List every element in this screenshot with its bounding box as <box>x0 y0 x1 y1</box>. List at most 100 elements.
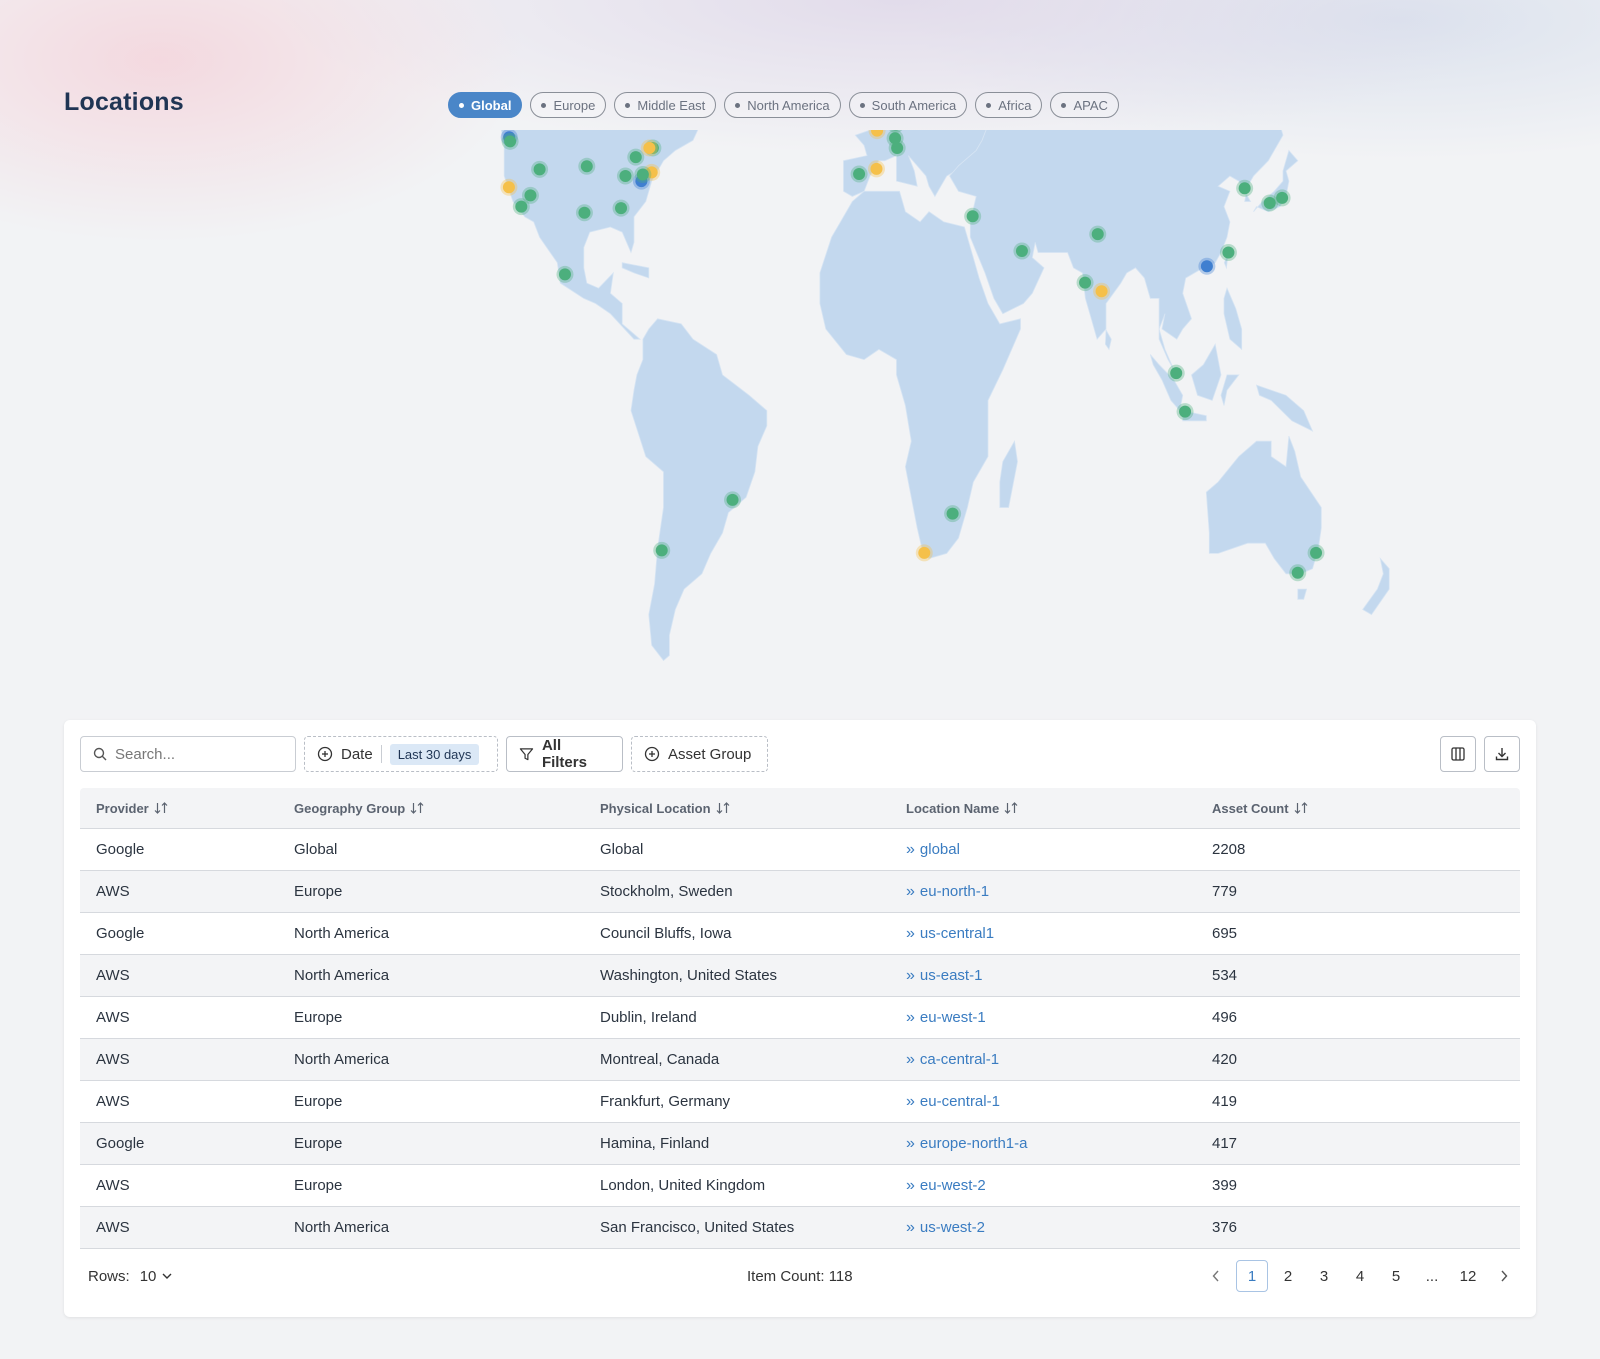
location-marker[interactable] <box>636 168 649 181</box>
location-name-link[interactable]: » us-west-2 <box>906 1219 1212 1236</box>
pagination-ellipsis: ... <box>1425 1267 1439 1285</box>
region-pill-north-america[interactable]: North America <box>724 92 841 118</box>
cell-provider: AWS <box>96 1051 130 1068</box>
location-marker[interactable] <box>643 141 656 154</box>
asset-group-filter-button[interactable]: Asset Group <box>631 736 768 772</box>
cell-provider: Google <box>96 841 145 858</box>
date-filter-button[interactable]: Date Last 30 days <box>304 736 498 772</box>
location-marker[interactable] <box>502 181 515 194</box>
location-marker[interactable] <box>524 189 537 202</box>
cell-asset-count: 376 <box>1212 1219 1238 1236</box>
location-marker[interactable] <box>1222 246 1235 259</box>
location-name-link[interactable]: » eu-central-1 <box>906 1093 1212 1110</box>
column-header-provider[interactable]: Provider <box>80 801 294 816</box>
location-marker[interactable] <box>504 135 517 148</box>
location-name-link[interactable]: » eu-west-2 <box>906 1177 1212 1194</box>
cell-physical-location: London, United Kingdom <box>600 1177 766 1194</box>
location-name-link[interactable]: » global <box>906 841 1212 858</box>
region-pill-south-america[interactable]: South America <box>848 92 968 118</box>
rows-per-page-select[interactable]: 10 <box>140 1268 173 1285</box>
page-button[interactable]: 5 <box>1380 1260 1412 1292</box>
location-marker[interactable] <box>918 546 931 559</box>
prev-page-button[interactable] <box>1200 1260 1232 1292</box>
location-marker[interactable] <box>619 170 632 182</box>
column-label: Physical Location <box>600 800 711 816</box>
location-marker[interactable] <box>853 167 866 180</box>
search-box[interactable] <box>80 736 296 772</box>
location-name-link[interactable]: » ca-central-1 <box>906 1051 1212 1068</box>
location-marker[interactable] <box>558 268 571 281</box>
double-chevron-icon: » <box>906 1008 915 1026</box>
cell-asset-count: 419 <box>1212 1093 1238 1110</box>
column-header-geography-group[interactable]: Geography Group <box>294 801 600 816</box>
location-marker[interactable] <box>889 132 902 145</box>
cell-asset-count: 420 <box>1212 1051 1238 1068</box>
location-marker[interactable] <box>1310 546 1323 559</box>
sort-icon <box>1294 802 1307 814</box>
region-pill-africa[interactable]: Africa <box>975 92 1043 118</box>
location-marker[interactable] <box>1263 197 1276 210</box>
page-button[interactable]: 4 <box>1344 1260 1376 1292</box>
cell-physical-location: Hamina, Finland <box>600 1135 710 1152</box>
location-marker[interactable] <box>1170 367 1183 380</box>
region-pill-europe[interactable]: Europe <box>530 92 607 118</box>
continent-sumatra <box>1149 354 1184 412</box>
cell-location-name: » eu-west-1 <box>906 1009 1212 1026</box>
location-marker[interactable] <box>1238 182 1251 195</box>
download-button[interactable] <box>1484 736 1520 772</box>
rows-label: Rows: <box>88 1267 130 1285</box>
double-chevron-icon: » <box>906 840 915 858</box>
page-button[interactable]: 12 <box>1452 1260 1484 1292</box>
location-name-link[interactable]: » eu-west-1 <box>906 1009 1212 1026</box>
page-button[interactable]: 2 <box>1272 1260 1304 1292</box>
cell-physical-location: Dublin, Ireland <box>600 1009 697 1026</box>
all-filters-label: All Filters <box>541 737 587 771</box>
location-marker[interactable] <box>946 507 959 520</box>
location-marker[interactable] <box>1179 405 1192 418</box>
location-marker[interactable] <box>1015 244 1028 257</box>
cell-physical-location: Washington, United States <box>600 967 778 984</box>
continent-new-guinea <box>1255 384 1314 432</box>
search-input[interactable] <box>115 745 285 763</box>
location-marker[interactable] <box>1095 285 1108 298</box>
cell-location-name: » eu-north-1 <box>906 883 1212 900</box>
cell-asset-count: 695 <box>1212 925 1238 942</box>
location-name-link[interactable]: » europe-north1-a <box>906 1135 1212 1152</box>
column-header-asset-count[interactable]: Asset Count <box>1212 801 1520 816</box>
location-marker[interactable] <box>615 202 628 215</box>
location-name-link[interactable]: » us-central1 <box>906 925 1212 942</box>
page-button[interactable]: 3 <box>1308 1260 1340 1292</box>
location-name-text: global <box>919 841 960 858</box>
region-pill-apac[interactable]: APAC <box>1050 92 1119 118</box>
location-marker[interactable] <box>533 163 546 176</box>
page-button[interactable]: 1 <box>1236 1260 1268 1292</box>
location-marker[interactable] <box>629 151 642 164</box>
region-pill-label: Middle East <box>637 97 706 113</box>
cell-physical-location: San Francisco, United States <box>600 1219 795 1236</box>
location-marker[interactable] <box>966 210 979 223</box>
columns-button[interactable] <box>1440 736 1476 772</box>
location-marker[interactable] <box>870 162 883 175</box>
region-pill-middle-east[interactable]: Middle East <box>614 92 717 118</box>
location-marker[interactable] <box>1079 276 1092 289</box>
location-marker[interactable] <box>655 544 668 557</box>
location-name-link[interactable]: » us-east-1 <box>906 967 1212 984</box>
world-map <box>270 130 1470 700</box>
region-pill-global[interactable]: Global <box>448 92 523 118</box>
location-marker[interactable] <box>1291 566 1304 579</box>
continent-australia <box>1205 435 1322 575</box>
location-marker[interactable] <box>1091 228 1104 241</box>
location-marker[interactable] <box>578 206 591 219</box>
location-name-text: eu-west-1 <box>919 1009 986 1026</box>
column-header-location-name[interactable]: Location Name <box>906 801 1212 816</box>
page-title: Locations <box>64 88 184 116</box>
cell-provider: Google <box>96 925 145 942</box>
next-page-button[interactable] <box>1488 1260 1520 1292</box>
location-name-link[interactable]: » eu-north-1 <box>906 883 1212 900</box>
all-filters-button[interactable]: All Filters <box>506 736 623 772</box>
location-marker[interactable] <box>1200 260 1213 273</box>
location-marker[interactable] <box>515 200 528 213</box>
location-marker[interactable] <box>580 160 593 173</box>
location-marker[interactable] <box>726 493 739 506</box>
column-header-physical-location[interactable]: Physical Location <box>600 801 906 816</box>
